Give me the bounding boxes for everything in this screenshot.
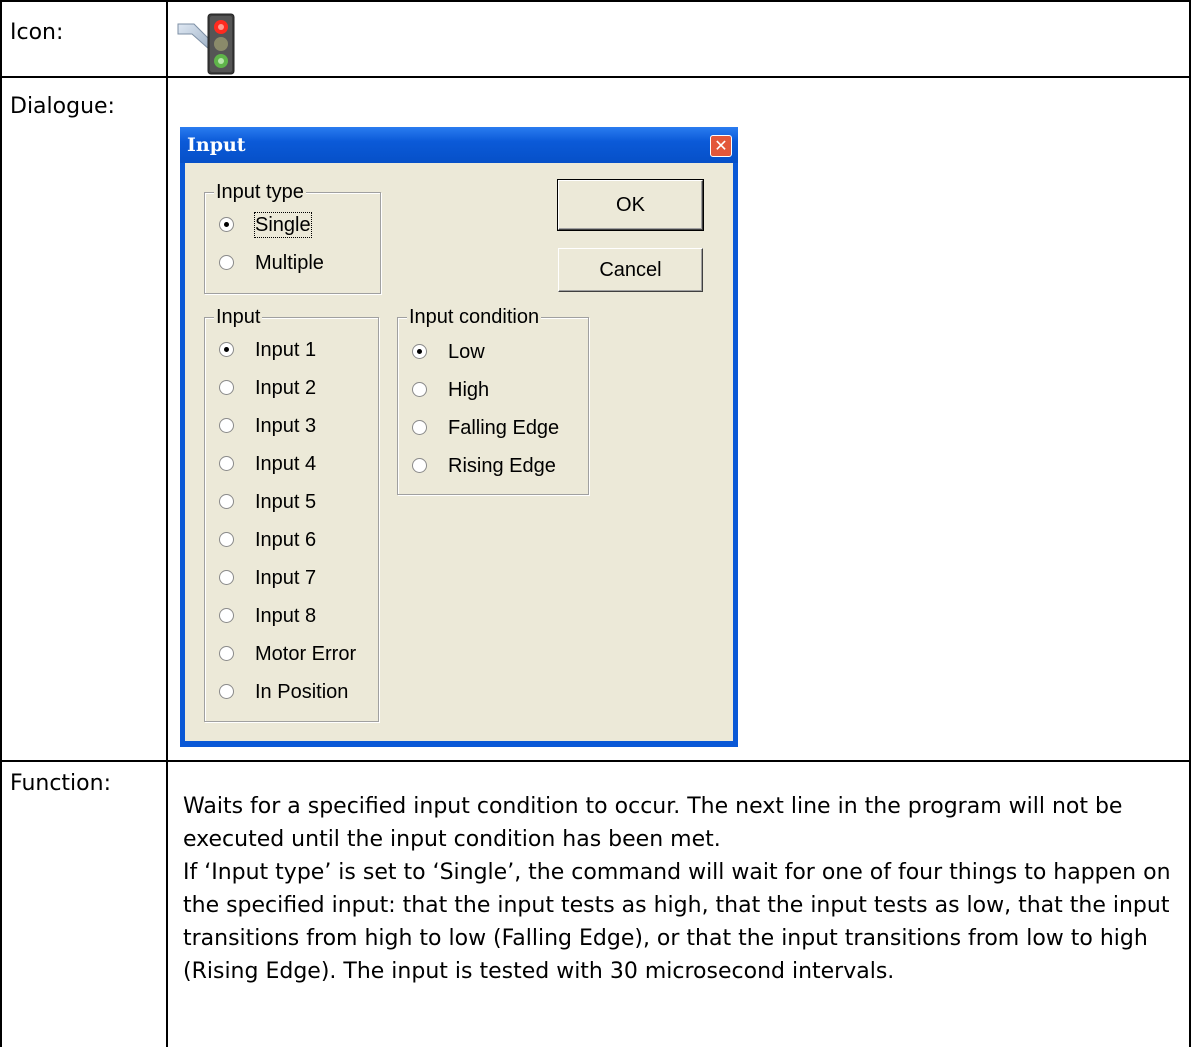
radio-button-low[interactable] bbox=[412, 344, 427, 359]
radio-label-input-3: Input 3 bbox=[255, 415, 317, 437]
traffic-light-icon bbox=[177, 13, 235, 75]
radio-label-falling-edge: Falling Edge bbox=[448, 417, 560, 439]
input-group: Input Input 1 Input 2 Input 3 Input 4 In… bbox=[204, 305, 379, 722]
close-button[interactable]: ✕ bbox=[710, 135, 732, 157]
radio-label-input-4: Input 4 bbox=[255, 453, 317, 475]
dialog-title: Input bbox=[187, 134, 246, 156]
function-description: Waits for a specified input condition to… bbox=[183, 790, 1188, 988]
radio-button-input-4[interactable] bbox=[219, 456, 234, 471]
radio-button-falling-edge[interactable] bbox=[412, 420, 427, 435]
radio-label-input-2: Input 2 bbox=[255, 377, 317, 399]
radio-label-low: Low bbox=[448, 341, 485, 363]
input-condition-group-label: Input condition bbox=[407, 305, 542, 329]
function-row-label: Function: bbox=[10, 771, 111, 796]
input-type-group-label: Input type bbox=[214, 180, 306, 204]
radio-label-multiple: Multiple bbox=[255, 252, 324, 274]
radio-label-motor-error: Motor Error bbox=[255, 643, 357, 665]
input-condition-group: Input condition Low High Falling Edge Ri… bbox=[397, 305, 589, 495]
table-column-divider bbox=[166, 0, 168, 1047]
radio-label-input-1: Input 1 bbox=[255, 339, 317, 361]
radio-button-input-1[interactable] bbox=[219, 342, 234, 357]
radio-label-input-6: Input 6 bbox=[255, 529, 317, 551]
radio-label-in-position: In Position bbox=[255, 681, 349, 703]
input-dialog: Input ✕ Input type Single Multiple OK Ca… bbox=[180, 127, 738, 747]
radio-button-rising-edge[interactable] bbox=[412, 458, 427, 473]
radio-button-input-8[interactable] bbox=[219, 608, 234, 623]
close-icon: ✕ bbox=[714, 136, 728, 155]
radio-label-input-8: Input 8 bbox=[255, 605, 317, 627]
radio-button-input-6[interactable] bbox=[219, 532, 234, 547]
icon-row-label: Icon: bbox=[10, 20, 64, 45]
radio-label-input-5: Input 5 bbox=[255, 491, 317, 513]
input-group-label: Input bbox=[214, 305, 263, 329]
radio-button-input-2[interactable] bbox=[219, 380, 234, 395]
radio-button-multiple[interactable] bbox=[219, 255, 234, 270]
radio-button-motor-error[interactable] bbox=[219, 646, 234, 661]
cancel-button[interactable]: Cancel bbox=[558, 248, 703, 292]
radio-button-high[interactable] bbox=[412, 382, 427, 397]
ok-button[interactable]: OK bbox=[557, 179, 704, 231]
radio-button-single[interactable] bbox=[219, 217, 234, 232]
radio-label-single: Single bbox=[254, 212, 312, 238]
function-paragraph-2: If ‘Input type’ is set to ‘Single’, the … bbox=[183, 860, 1171, 984]
radio-label-rising-edge: Rising Edge bbox=[448, 455, 556, 477]
radio-button-input-7[interactable] bbox=[219, 570, 234, 585]
radio-button-input-3[interactable] bbox=[219, 418, 234, 433]
dialog-body: Input type Single Multiple OK Cancel Inp… bbox=[185, 163, 733, 741]
table-row-divider-2 bbox=[0, 760, 1191, 762]
dialog-titlebar[interactable]: Input ✕ bbox=[180, 127, 738, 163]
radio-button-in-position[interactable] bbox=[219, 684, 234, 699]
table-top-border bbox=[0, 0, 1191, 2]
dialogue-row-label: Dialogue: bbox=[10, 94, 115, 119]
radio-button-input-5[interactable] bbox=[219, 494, 234, 509]
radio-label-high: High bbox=[448, 379, 490, 401]
function-paragraph-1: Waits for a specified input condition to… bbox=[183, 794, 1123, 852]
input-type-group: Input type Single Multiple bbox=[204, 180, 381, 294]
table-row-divider-1 bbox=[0, 76, 1191, 78]
radio-label-input-7: Input 7 bbox=[255, 567, 317, 589]
table-left-border bbox=[0, 0, 2, 1047]
